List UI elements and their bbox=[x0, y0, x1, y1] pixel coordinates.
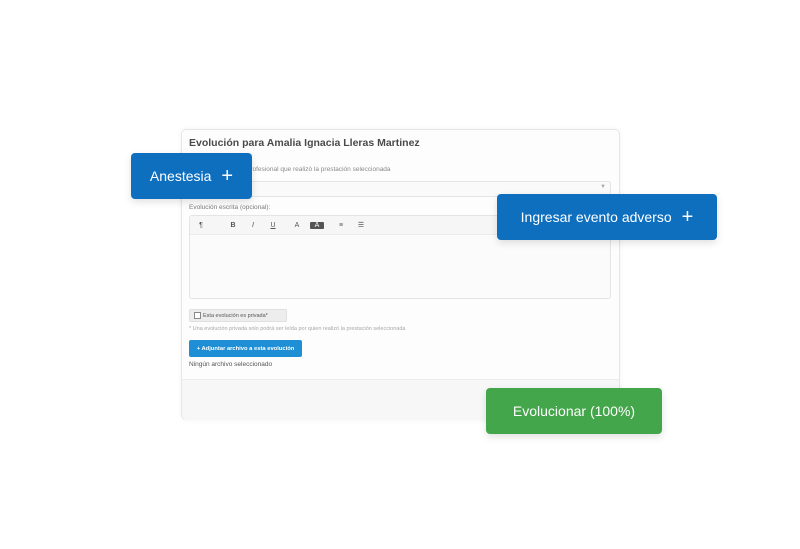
underline-button[interactable]: U bbox=[266, 222, 280, 229]
adverse-event-label: Ingresar evento adverso bbox=[520, 209, 672, 225]
evolucionar-label: Evolucionar (100%) bbox=[512, 403, 636, 419]
background-color-button[interactable]: A bbox=[310, 221, 324, 229]
italic-button[interactable]: I bbox=[246, 222, 260, 229]
checkbox-icon bbox=[194, 312, 201, 319]
anestesia-button[interactable]: Anestesia + bbox=[131, 153, 252, 199]
plus-icon: + bbox=[681, 206, 694, 228]
form-title: Evolución para Amalia Ignacia Lleras Mar… bbox=[189, 137, 420, 149]
text-color-button[interactable]: A bbox=[290, 222, 304, 229]
evolucionar-button[interactable]: Evolucionar (100%) bbox=[486, 388, 662, 434]
anestesia-label: Anestesia bbox=[149, 168, 212, 184]
unordered-list-button[interactable]: ≡ bbox=[334, 222, 348, 229]
paragraph-icon: ¶ bbox=[199, 221, 203, 229]
chevron-down-icon: ▼ bbox=[600, 184, 606, 190]
add-adverse-event-button[interactable]: Ingresar evento adverso + bbox=[497, 194, 717, 240]
professional-label: Profesional que realizó la prestación se… bbox=[246, 166, 391, 173]
bold-button[interactable]: B bbox=[226, 222, 240, 229]
ordered-list-button[interactable]: ☰ bbox=[354, 221, 368, 229]
background-color-icon: A bbox=[314, 221, 320, 229]
attach-file-button[interactable]: + Adjuntar archivo a esta evolución bbox=[189, 340, 302, 357]
private-label: Esta evolución es privada* bbox=[203, 312, 268, 319]
numbered-list-icon: ☰ bbox=[357, 222, 365, 229]
bullet-list-icon: ≡ bbox=[338, 221, 344, 229]
no-file-text: Ningún archivo seleccionado bbox=[189, 361, 273, 368]
text-color-icon: A bbox=[294, 221, 300, 229]
private-note: * Una evolución privada solo podrá ser l… bbox=[189, 326, 406, 332]
evolution-label: Evolución escrita (opcional): bbox=[189, 204, 271, 211]
private-checkbox[interactable]: Esta evolución es privada* bbox=[189, 309, 287, 322]
plus-icon: + bbox=[221, 165, 234, 187]
heading-button[interactable]: ¶ bbox=[194, 222, 208, 229]
